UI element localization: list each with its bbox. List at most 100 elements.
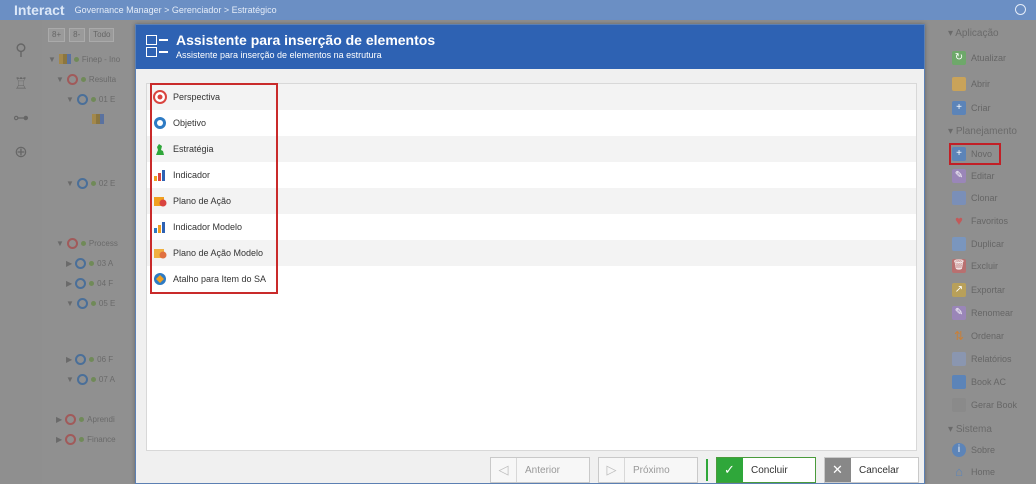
status-dot-icon bbox=[89, 260, 95, 266]
action-refresh[interactable]: ↻ Atualizar bbox=[952, 50, 1006, 66]
new-icon: + bbox=[952, 147, 966, 161]
tree-node[interactable]: ▶ 04 F bbox=[66, 276, 113, 290]
section-system[interactable]: ▾ Sistema bbox=[948, 424, 992, 435]
org-icon bbox=[58, 54, 71, 64]
globe-icon[interactable]: ⊕ bbox=[12, 144, 30, 162]
action-book-ac[interactable]: Book AC bbox=[952, 374, 1006, 390]
tree-node[interactable]: ▼ Process bbox=[56, 236, 118, 250]
expand-icon[interactable]: 8+ bbox=[48, 28, 66, 42]
action-about[interactable]: i Sobre bbox=[952, 442, 995, 458]
action-clone[interactable]: Clonar bbox=[952, 190, 998, 206]
pencil-icon: ✎ bbox=[952, 169, 966, 183]
action-duplicate[interactable]: Duplicar bbox=[952, 236, 1004, 252]
perspective-icon bbox=[66, 73, 78, 85]
status-dot-icon bbox=[73, 56, 79, 62]
app-logo[interactable]: Interact bbox=[14, 2, 65, 18]
action-export[interactable]: ↗ Exportar bbox=[952, 282, 1005, 298]
action-reports[interactable]: Relatórios bbox=[952, 351, 1012, 367]
status-dot-icon bbox=[89, 356, 95, 362]
check-icon: ✓ bbox=[717, 458, 743, 482]
action-edit[interactable]: ✎ Editar bbox=[952, 168, 995, 184]
finish-button[interactable]: ✓ Concluir bbox=[716, 457, 816, 483]
section-application[interactable]: ▾ Aplicação bbox=[948, 28, 999, 39]
action-rename[interactable]: ✎ Renomear bbox=[952, 305, 1013, 321]
tree-node[interactable]: ▶ 03 A bbox=[66, 256, 113, 270]
action-create[interactable]: + Criar bbox=[952, 100, 991, 116]
sort-icon: ⇅ bbox=[953, 329, 965, 343]
printer-icon bbox=[952, 352, 966, 366]
duplicate-icon bbox=[952, 237, 966, 251]
actions-panel: ▾ Aplicação ↻ Atualizar Abrir + Criar ▾ Pl… bbox=[936, 20, 1036, 484]
dialog-header: Assistente para inserção de elementos As… bbox=[136, 25, 924, 69]
info-circle-icon: i bbox=[952, 443, 966, 457]
tree-node[interactable]: ▶ Finance bbox=[56, 432, 116, 446]
status-dot-icon bbox=[80, 240, 86, 246]
rename-icon: ✎ bbox=[952, 306, 966, 320]
objective-icon bbox=[76, 297, 88, 309]
breadcrumb: Governance Manager > Gerenciador > Estra… bbox=[74, 5, 277, 15]
home-icon: ⌂ bbox=[955, 464, 963, 479]
arrow-left-icon: ◁ bbox=[491, 458, 517, 482]
heart-icon: ♥ bbox=[955, 213, 963, 228]
action-home[interactable]: ⌂ Home bbox=[952, 464, 995, 480]
perspective-icon bbox=[65, 433, 77, 445]
tree-icon[interactable]: ⊶ bbox=[12, 110, 30, 128]
arrow-right-icon: ▷ bbox=[599, 458, 625, 482]
info-icon[interactable] bbox=[1015, 4, 1026, 15]
tree-node[interactable]: ▼ 02 E bbox=[66, 176, 115, 190]
dialog-subtitle: Assistente para inserção de elementos na… bbox=[176, 50, 382, 60]
tree-filter-select[interactable]: Todo bbox=[89, 28, 115, 42]
dialog-footer: ◁ Anterior ▷ Próximo ✓ Concluir ✕ Cancel… bbox=[136, 457, 924, 483]
checklist-icon bbox=[146, 35, 168, 59]
section-planning[interactable]: ▾ Planejamento bbox=[948, 126, 1017, 137]
tree-node[interactable]: ▼ 07 A bbox=[66, 372, 115, 386]
structure-icon[interactable]: ♖ bbox=[12, 76, 30, 94]
status-dot-icon bbox=[79, 436, 85, 442]
perspective-icon bbox=[65, 413, 77, 425]
status-dot-icon bbox=[90, 96, 96, 102]
objective-icon bbox=[75, 257, 87, 269]
status-dot-icon bbox=[80, 76, 86, 82]
objective-icon bbox=[76, 93, 88, 105]
tree-node[interactable]: ▶ Aprendi bbox=[56, 412, 115, 426]
top-bar: Interact Governance Manager > Gerenciado… bbox=[0, 0, 1036, 20]
action-favorites[interactable]: ♥ Favoritos bbox=[952, 213, 1008, 229]
indicator-icon bbox=[92, 114, 104, 124]
tree-node[interactable] bbox=[92, 112, 104, 126]
tree-toolbar: 8+ 8- Todo bbox=[48, 28, 115, 42]
action-generate-book[interactable]: Gerar Book bbox=[952, 397, 1017, 413]
action-sort[interactable]: ⇅ Ordenar bbox=[952, 328, 1004, 344]
previous-button[interactable]: ◁ Anterior bbox=[490, 457, 590, 483]
cancel-button[interactable]: ✕ Cancelar bbox=[824, 457, 919, 483]
hierarchy-icon[interactable]: ⚲ bbox=[12, 42, 30, 60]
close-icon: ✕ bbox=[825, 458, 851, 482]
tree-node[interactable]: ▶ 06 F bbox=[66, 352, 113, 366]
selection-highlight bbox=[150, 83, 278, 294]
insert-elements-dialog: Assistente para inserção de elementos As… bbox=[135, 24, 925, 484]
action-new[interactable]: + Novo bbox=[948, 143, 1002, 165]
next-button[interactable]: ▷ Próximo bbox=[598, 457, 698, 483]
objective-icon bbox=[75, 277, 87, 289]
tree-node[interactable]: ▼ Resulta bbox=[56, 72, 116, 86]
collapse-icon[interactable]: 8- bbox=[69, 28, 86, 42]
objective-icon bbox=[75, 353, 87, 365]
action-delete[interactable]: 🗑 Excluir bbox=[952, 258, 998, 274]
status-dot-icon bbox=[79, 416, 85, 422]
action-open[interactable]: Abrir bbox=[952, 76, 990, 92]
element-list: Perspectiva Objetivo Estratégia Indicado… bbox=[146, 83, 917, 451]
tree-node[interactable]: ▼ 05 E bbox=[66, 296, 115, 310]
footer-divider bbox=[706, 459, 708, 481]
folder-icon bbox=[952, 77, 966, 91]
status-dot-icon bbox=[90, 300, 96, 306]
tree-node[interactable]: ▼ Finep - Ino bbox=[48, 52, 120, 66]
objective-icon bbox=[76, 373, 88, 385]
status-dot-icon bbox=[90, 180, 96, 186]
trash-icon: 🗑 bbox=[952, 259, 966, 273]
perspective-icon bbox=[66, 237, 78, 249]
dialog-title: Assistente para inserção de elementos bbox=[176, 32, 436, 48]
export-icon: ↗ bbox=[952, 283, 966, 297]
create-icon: + bbox=[952, 101, 966, 115]
tree-node[interactable]: ▼ 01 E bbox=[66, 92, 115, 106]
status-dot-icon bbox=[89, 280, 95, 286]
status-dot-icon bbox=[90, 376, 96, 382]
